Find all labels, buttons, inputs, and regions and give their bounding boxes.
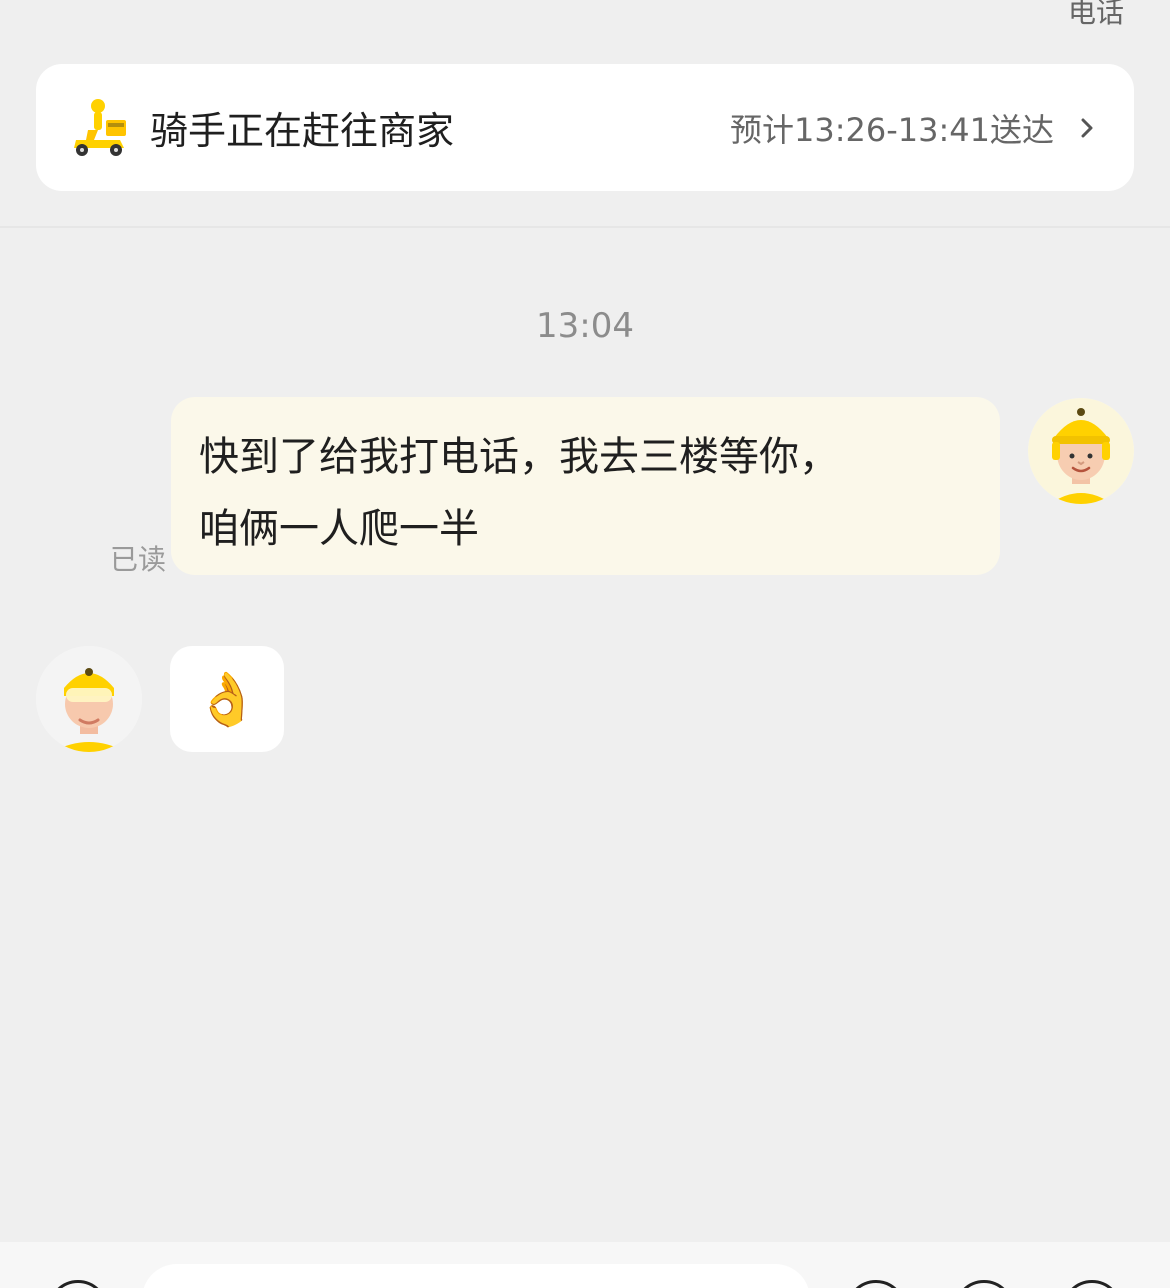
- rider-avatar[interactable]: [36, 646, 142, 752]
- message-timestamp: 13:04: [536, 306, 634, 346]
- message-input[interactable]: [142, 1264, 810, 1288]
- call-button[interactable]: 电话: [1068, 0, 1124, 30]
- message-line: 咱俩一人爬一半: [199, 506, 479, 552]
- avatar-icon: [36, 646, 142, 752]
- self-message-bubble[interactable]: 快到了给我打电话，我去三楼等你， 咱俩一人爬一半: [171, 397, 1000, 575]
- delivery-status-card[interactable]: 骑手正在赶往商家 预计13:26-13:41送达: [36, 64, 1134, 191]
- emoji-icon[interactable]: [846, 1280, 906, 1288]
- read-receipt: 已读: [110, 543, 167, 576]
- chat-screen: 电话 骑手正在赶往商家 预计13:26-13:41送达 13:04 快到了给我打…: [0, 0, 1170, 1288]
- voice-toggle-icon[interactable]: [48, 1280, 108, 1288]
- avatar-icon: [1028, 398, 1134, 504]
- input-bar: [0, 1242, 1170, 1288]
- eta-text: 预计13:26-13:41送达: [730, 110, 1054, 149]
- quick-reply-icon[interactable]: [954, 1280, 1014, 1288]
- delivery-status-text: 骑手正在赶往商家: [150, 109, 455, 153]
- self-avatar[interactable]: [1028, 398, 1134, 504]
- rider-message-bubble[interactable]: 👌: [170, 646, 284, 752]
- divider: [0, 226, 1170, 228]
- delivery-scooter-icon: [74, 98, 126, 156]
- more-options-icon[interactable]: [1062, 1280, 1122, 1288]
- chevron-right-icon: [1081, 118, 1093, 137]
- ok-hand-emoji: 👌: [194, 669, 260, 730]
- message-line: 快到了给我打电话，我去三楼等你，: [199, 434, 839, 480]
